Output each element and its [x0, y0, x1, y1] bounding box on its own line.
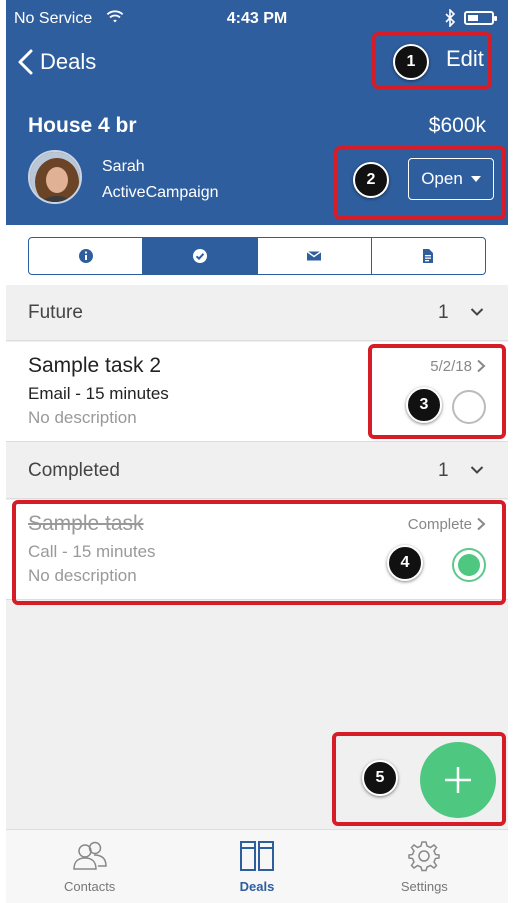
- task-title: Sample task 2: [28, 354, 162, 377]
- section-count: 1: [438, 459, 449, 481]
- section-count: 1: [438, 301, 449, 323]
- detail-tabs: [28, 237, 486, 275]
- deal-title: House 4 br: [28, 114, 137, 137]
- status-time: 4:43 PM: [226, 10, 288, 27]
- callout-badge-2: 2: [353, 162, 389, 198]
- callout-box-1: [372, 32, 492, 89]
- chevron-left-icon: [18, 49, 33, 75]
- deals-icon: [239, 841, 274, 871]
- chevron-down-icon[interactable]: [470, 305, 484, 319]
- callout-box-4: [12, 500, 506, 605]
- contacts-icon: [72, 841, 107, 870]
- back-button[interactable]: Deals: [16, 44, 96, 80]
- tabbar-contacts[interactable]: Contacts: [6, 830, 173, 903]
- callout-box-5: [332, 732, 506, 826]
- tab-notes[interactable]: [372, 238, 485, 274]
- task-description: No description: [28, 408, 137, 427]
- document-icon: [423, 249, 434, 263]
- section-title: Completed: [28, 459, 120, 481]
- tabbar-label: Settings: [400, 879, 448, 894]
- section-header-future[interactable]: Future 1: [6, 285, 508, 341]
- task-type: Email - 15 minutes: [28, 384, 169, 403]
- tabbar-label: Deals: [239, 879, 275, 894]
- contact-organization: ActiveCampaign: [102, 184, 219, 201]
- tabbar-settings[interactable]: Settings: [341, 830, 508, 903]
- tab-tasks[interactable]: [143, 238, 258, 274]
- contact-name[interactable]: Sarah: [102, 158, 145, 176]
- gear-icon: [408, 841, 441, 872]
- callout-badge-3: 3: [406, 387, 442, 423]
- tabbar-deals[interactable]: Deals: [173, 830, 340, 903]
- check-circle-icon: [192, 249, 207, 263]
- detail-tabs-bar: [6, 225, 508, 285]
- app-frame: No Service 4:43 PM Deals Edit House 4 br…: [6, 0, 508, 903]
- chevron-down-icon[interactable]: [470, 463, 484, 477]
- callout-badge-4: 4: [387, 545, 423, 581]
- back-label: Deals: [40, 49, 97, 74]
- status-bar: No Service 4:43 PM: [6, 6, 508, 32]
- section-header-completed[interactable]: Completed 1: [6, 443, 508, 499]
- bottom-tab-bar: Contacts Deals Settings: [6, 829, 508, 903]
- callout-box-3: [368, 344, 506, 439]
- callout-badge-1: 1: [393, 44, 429, 80]
- section-title: Future: [28, 301, 83, 323]
- battery-icon: [464, 11, 497, 25]
- avatar-photo: [30, 152, 80, 202]
- deal-value: $600k: [428, 114, 486, 137]
- tab-email[interactable]: [258, 238, 372, 274]
- callout-badge-5: 5: [362, 760, 398, 796]
- mail-icon: [306, 250, 322, 261]
- tabbar-label: Contacts: [64, 879, 116, 894]
- tab-info[interactable]: [29, 238, 144, 274]
- info-icon: [78, 249, 93, 263]
- bluetooth-icon: [445, 9, 456, 27]
- avatar[interactable]: [28, 150, 82, 204]
